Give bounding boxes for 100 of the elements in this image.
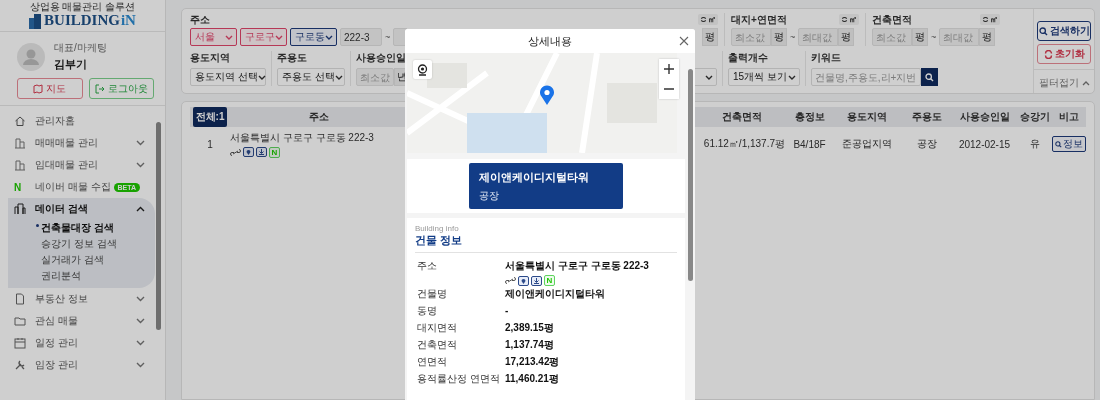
- unit-addon: 평: [912, 28, 928, 46]
- column-header: 주용도: [912, 110, 942, 124]
- building-use: 공장: [479, 188, 500, 203]
- field-value: 17,213.42평: [505, 355, 560, 369]
- modal-title: 상세내용: [528, 33, 572, 49]
- building-name: 제이앤케이디지털타워: [479, 169, 590, 185]
- range-tilde: ~: [790, 32, 796, 42]
- scrollbar[interactable]: [688, 69, 693, 281]
- menu-item[interactable]: 임장 관리: [0, 354, 155, 376]
- input-field[interactable]: 최소값: [731, 28, 771, 46]
- menu-item[interactable]: 관리자홈: [0, 110, 155, 132]
- menu-item[interactable]: 매매매물 관리: [0, 132, 155, 154]
- field-label: 용도지역: [190, 51, 231, 64]
- submenu-item[interactable]: 실거래가 검색: [8, 252, 155, 268]
- minus-icon: [664, 88, 674, 90]
- location-pin-icon: [539, 85, 555, 105]
- close-icon[interactable]: [679, 36, 689, 46]
- column-header: 비고: [1059, 110, 1079, 124]
- pin-icon[interactable]: [243, 147, 254, 157]
- tools-icon: [14, 359, 26, 371]
- roadview-icon: [417, 63, 428, 76]
- input-field[interactable]: 최소값: [872, 28, 912, 46]
- column-header: 사용승인일: [959, 110, 1010, 124]
- unit-toggle[interactable]: ㎡: [839, 14, 859, 25]
- collapse-filter-button[interactable]: 필터접기: [1034, 70, 1094, 90]
- field-value: 서울특별시 구로구 구로동 222-3: [505, 259, 649, 273]
- roadview-button[interactable]: [413, 60, 432, 79]
- refresh-icon: [700, 16, 707, 23]
- scrollbar[interactable]: [156, 122, 161, 330]
- menu-item[interactable]: 임대매물 관리: [0, 154, 155, 176]
- unit-toggle[interactable]: ㎡: [698, 14, 718, 25]
- table-cell: B4/18F: [793, 138, 826, 150]
- field-label: 대지+연면적: [731, 13, 787, 26]
- table-cell: 유: [1029, 137, 1040, 151]
- map-button[interactable]: 지도: [17, 78, 83, 99]
- unit-toggle[interactable]: ㎡: [980, 14, 1000, 25]
- field-value: -: [505, 304, 509, 318]
- select-field[interactable]: 구로동: [290, 28, 337, 46]
- download-icon[interactable]: [531, 275, 542, 286]
- row-number: 1: [207, 138, 213, 150]
- search-button[interactable]: 검색하기: [1037, 21, 1091, 41]
- select-field[interactable]: 15개씩 보기: [728, 68, 800, 86]
- select-field[interactable]: 용도지역 선택: [190, 68, 266, 86]
- chevron-down-icon: [136, 162, 145, 168]
- link-icon[interactable]: [505, 276, 516, 285]
- user-name: 김부기: [54, 57, 88, 72]
- link-icon[interactable]: [230, 147, 241, 157]
- chevron-down-icon: [136, 296, 145, 302]
- column-header: 승강기: [1019, 110, 1050, 124]
- unit-addon: 평: [702, 28, 718, 46]
- unit-addon: 평: [771, 28, 787, 46]
- field-label: 용적률산정 연면적: [417, 372, 501, 386]
- input-field[interactable]: 222-3: [340, 28, 382, 46]
- submenu-item[interactable]: 건축물대장 검색: [8, 220, 155, 236]
- avatar-silhouette: [17, 42, 45, 71]
- chevron-down-icon: [275, 34, 283, 40]
- keyword-field[interactable]: 건물명,주용도,리+지번: [811, 68, 921, 86]
- user-role: 대표/마케팅: [54, 41, 107, 55]
- building-icon: [14, 137, 26, 149]
- calendar-icon: [14, 337, 26, 349]
- search-button[interactable]: [921, 68, 938, 86]
- table-cell: 공장: [917, 137, 937, 151]
- reset-button[interactable]: 초기화: [1037, 44, 1091, 64]
- column-header: 용도지역: [847, 110, 887, 124]
- menu-item[interactable]: 부동산 정보: [0, 288, 155, 310]
- field-value: 제이앤케이디지털타워: [505, 287, 605, 301]
- field-label: 주소: [417, 259, 438, 273]
- input-field[interactable]: 최대값: [939, 28, 980, 46]
- field-value: 1,137.74평: [505, 338, 554, 352]
- field-label: 주소: [190, 13, 211, 26]
- column-header: 주소: [308, 110, 329, 124]
- select-field[interactable]: 서울: [190, 28, 237, 46]
- field-label: 연면적: [417, 355, 448, 369]
- building-logo-icon: [29, 13, 44, 29]
- field-label: 출력개수: [728, 51, 769, 64]
- section-title: 건물 정보: [415, 233, 677, 253]
- submenu-item[interactable]: 승강기 정보 검색: [8, 236, 155, 252]
- menu-item[interactable]: 관심 매물: [0, 310, 155, 332]
- range-tilde: ~: [385, 32, 391, 42]
- chevron-up-icon: [1081, 80, 1090, 86]
- input-field[interactable]: 최소값: [356, 68, 394, 86]
- select-field[interactable]: 구로구: [240, 28, 287, 46]
- chevron-down-icon: [225, 34, 233, 40]
- unit-addon: 평: [979, 28, 996, 46]
- input-field[interactable]: 최대값: [798, 28, 839, 46]
- download-icon[interactable]: [256, 147, 267, 157]
- pin-icon[interactable]: [518, 275, 529, 286]
- field-label: 주용도: [277, 51, 308, 64]
- total-count-badge: 전체:1: [192, 107, 228, 127]
- menu-item[interactable]: 일정 관리: [0, 332, 155, 354]
- menu-item[interactable]: 데이터 검색: [8, 198, 155, 220]
- select-field[interactable]: 주용도 선택: [277, 68, 345, 86]
- map-icon: [33, 83, 44, 94]
- info-button[interactable]: 정보: [1052, 136, 1086, 152]
- unit-addon: 평: [838, 28, 855, 46]
- table-cell: 2012-02-15: [958, 138, 1011, 150]
- submenu-item[interactable]: 권리분석: [8, 268, 155, 284]
- field-label: 건물명: [417, 287, 448, 301]
- chevron-down-icon: [788, 74, 796, 80]
- search-icon: [1055, 140, 1062, 148]
